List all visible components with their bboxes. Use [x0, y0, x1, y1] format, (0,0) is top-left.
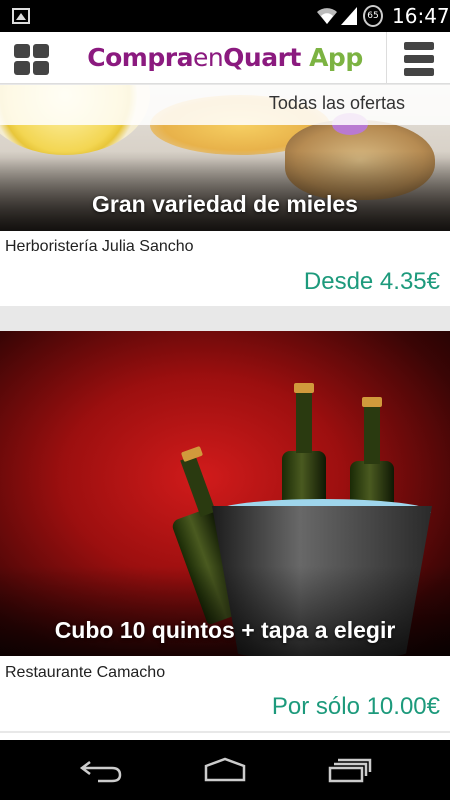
app-bar-divider	[386, 32, 387, 84]
offer-store: Restaurante Camacho	[5, 664, 166, 681]
offers-list: Gran variedad de mieles Herboristería Ju…	[0, 85, 450, 740]
title-en: en	[192, 43, 224, 72]
offer-image: Cubo 10 quintos + tapa a elegir	[0, 331, 450, 656]
picture-icon	[12, 8, 30, 24]
battery-icon: 65	[363, 5, 383, 27]
bottle-cap-shape	[362, 397, 382, 407]
title-quart: Quart	[223, 43, 301, 72]
status-bar: 65 16:47	[0, 0, 450, 32]
hamburger-menu-icon[interactable]	[404, 42, 434, 76]
offer-store: Herboristería Julia Sancho	[5, 238, 194, 255]
offer-price: Por sólo 10.00€	[271, 693, 440, 720]
navigation-bar	[0, 740, 450, 800]
signal-icon	[341, 7, 357, 25]
offer-caption: Gran variedad de mieles	[92, 191, 358, 217]
title-app: App	[300, 43, 363, 72]
bottle-neck-shape	[180, 455, 216, 517]
offer-price: Desde 4.35€	[303, 268, 440, 295]
recents-icon[interactable]	[328, 756, 374, 784]
bottle-neck-shape	[296, 393, 312, 453]
title-compra: Compra	[87, 43, 193, 72]
grid-menu-icon[interactable]	[14, 44, 50, 76]
wifi-icon	[317, 8, 337, 24]
offer-card-partial[interactable]	[0, 733, 450, 740]
filter-bar[interactable]: Todas las ofertas	[0, 85, 450, 125]
home-icon[interactable]	[202, 756, 248, 784]
app-bar: CompraenQuart App	[0, 32, 450, 84]
offer-card[interactable]: Cubo 10 quintos + tapa a elegir Restaura…	[0, 331, 450, 731]
clock: 16:47	[392, 4, 450, 28]
app-title: CompraenQuart App	[66, 32, 384, 84]
filter-label[interactable]: Todas las ofertas	[269, 93, 405, 114]
back-icon[interactable]	[78, 756, 124, 784]
bottle-cap-shape	[294, 383, 314, 393]
offer-caption: Cubo 10 quintos + tapa a elegir	[54, 617, 396, 643]
bottle-neck-shape	[364, 406, 380, 464]
